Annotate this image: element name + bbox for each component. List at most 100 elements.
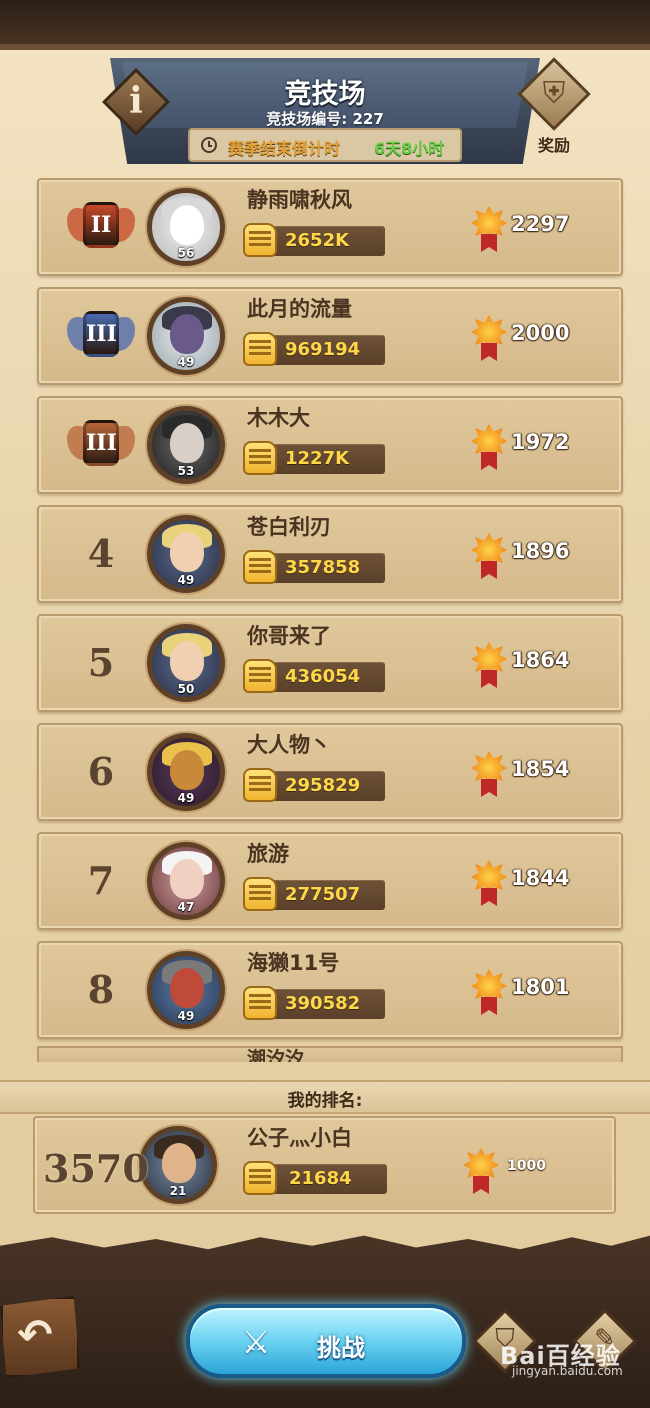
back-arrow-icon: ↶ bbox=[17, 1310, 53, 1359]
avatar-face bbox=[162, 1143, 196, 1183]
power-value: 969194 bbox=[285, 339, 361, 360]
power-value: 436054 bbox=[285, 666, 361, 687]
medal-numeral: II bbox=[83, 202, 119, 248]
power-bar: 969194 bbox=[243, 332, 385, 366]
trophy-ribbon bbox=[481, 670, 497, 688]
ranking-row[interactable]: 8 49 海獭11号 390582 1801 bbox=[37, 941, 623, 1039]
ranking-row[interactable]: III 53 木木大 1227K 1972 bbox=[37, 396, 623, 494]
ranking-row[interactable]: III 49 此月的流量 969194 2000 bbox=[37, 287, 623, 385]
power-value: 2652K bbox=[285, 230, 350, 251]
challenge-label: 挑战 bbox=[317, 1334, 365, 1362]
power-bar: 390582 bbox=[243, 986, 385, 1020]
player-name: 海獭11号 bbox=[247, 951, 340, 975]
rank-number: 6 bbox=[87, 749, 115, 794]
reward-label: 奖励 bbox=[537, 136, 570, 155]
power-value: 357858 bbox=[285, 557, 361, 578]
player-name: 潮汐汐 bbox=[247, 1048, 305, 1062]
ranking-row[interactable]: 7 47 旅游 277507 1844 bbox=[37, 832, 623, 930]
season-countdown-label: 赛季结束倒计时 bbox=[228, 139, 341, 158]
trophy-icon bbox=[471, 533, 507, 581]
trophy-icon bbox=[471, 969, 507, 1017]
power-bar: 277507 bbox=[243, 877, 385, 911]
power-bar: 2652K bbox=[243, 223, 385, 257]
avatar-face bbox=[170, 423, 204, 463]
trophy-ribbon bbox=[481, 343, 497, 361]
my-rank-title: 我的排名: bbox=[287, 1091, 363, 1111]
challenge-button[interactable]: ⚔ 挑战 bbox=[186, 1304, 466, 1378]
fist-icon bbox=[243, 877, 277, 911]
rank-medal-icon: III bbox=[67, 416, 135, 476]
player-name: 木木大 bbox=[247, 406, 310, 430]
trophy-icon bbox=[463, 1148, 499, 1196]
avatar-level: 21 bbox=[169, 1184, 187, 1198]
score-value: 1972 bbox=[511, 430, 570, 454]
trophy-icon bbox=[471, 751, 507, 799]
avatar-face bbox=[170, 968, 204, 1008]
rank-medal-icon: II bbox=[67, 198, 135, 258]
score-value: 1854 bbox=[511, 757, 570, 781]
power-bar: 21684 bbox=[243, 1161, 387, 1195]
score-value: 1844 bbox=[511, 866, 570, 890]
trophy-icon bbox=[471, 642, 507, 690]
trophy-icon bbox=[471, 206, 507, 254]
avatar-face bbox=[170, 205, 204, 245]
player-name: 公子灬小白 bbox=[247, 1126, 352, 1150]
avatar-face bbox=[170, 532, 204, 572]
fist-icon bbox=[243, 986, 277, 1020]
avatar-face bbox=[170, 750, 204, 790]
trophy-ribbon bbox=[481, 779, 497, 797]
trophy-ribbon bbox=[481, 888, 497, 906]
my-rank-row[interactable]: 3570 21 公子灬小白 21684 1000 bbox=[33, 1116, 616, 1214]
player-name: 大人物丶 bbox=[247, 733, 331, 757]
power-value: 277507 bbox=[285, 884, 361, 905]
watermark-url: jingyan.baidu.com bbox=[512, 1364, 623, 1378]
player-name: 你哥来了 bbox=[247, 624, 331, 648]
avatar-face bbox=[170, 641, 204, 681]
power-bar: 1227K bbox=[243, 441, 385, 475]
trophy-icon bbox=[471, 424, 507, 472]
power-value: 1227K bbox=[285, 448, 350, 469]
medal-numeral: III bbox=[83, 420, 119, 466]
my-rank-number: 3570 bbox=[43, 1146, 149, 1191]
avatar-level: 53 bbox=[177, 464, 195, 478]
ranking-row[interactable]: 4 49 苍白利刃 357858 1896 bbox=[37, 505, 623, 603]
avatar-level: 49 bbox=[177, 355, 195, 369]
trophy-icon bbox=[471, 860, 507, 908]
ranking-row[interactable]: 5 50 你哥来了 436054 1864 bbox=[37, 614, 623, 712]
power-bar: 357858 bbox=[243, 550, 385, 584]
score-value: 1000 bbox=[507, 1158, 546, 1174]
score-value: 2000 bbox=[511, 321, 570, 345]
ranking-row-partial[interactable]: 潮汐汐 bbox=[37, 1046, 623, 1062]
avatar-level: 50 bbox=[177, 682, 195, 696]
avatar-face bbox=[170, 859, 204, 899]
score-value: 1801 bbox=[511, 975, 570, 999]
fist-icon bbox=[243, 550, 277, 584]
avatar-level: 56 bbox=[177, 246, 195, 260]
ranking-row[interactable]: 6 49 大人物丶 295829 1854 bbox=[37, 723, 623, 821]
trophy-ribbon bbox=[473, 1176, 489, 1194]
avatar-face bbox=[170, 314, 204, 354]
fist-icon bbox=[243, 332, 277, 366]
info-label: i bbox=[129, 80, 143, 122]
clock-icon bbox=[201, 137, 217, 153]
rank-number: 8 bbox=[87, 967, 115, 1012]
power-value: 390582 bbox=[285, 993, 361, 1014]
avatar-level: 47 bbox=[177, 900, 195, 914]
info-button[interactable]: i bbox=[100, 66, 172, 138]
power-bar: 436054 bbox=[243, 659, 385, 693]
medal-numeral: III bbox=[83, 311, 119, 357]
player-name: 旅游 bbox=[247, 842, 289, 866]
trophy-icon bbox=[471, 315, 507, 363]
avatar-level: 49 bbox=[177, 1009, 195, 1023]
fist-icon bbox=[243, 659, 277, 693]
score-value: 1864 bbox=[511, 648, 570, 672]
top-frame bbox=[0, 0, 650, 48]
fist-icon bbox=[243, 441, 277, 475]
player-name: 静雨啸秋风 bbox=[247, 188, 352, 212]
score-value: 2297 bbox=[511, 212, 570, 236]
rank-number: 4 bbox=[87, 531, 115, 576]
reward-button[interactable]: ⛨ 奖励 bbox=[508, 57, 600, 162]
rank-medal-icon: III bbox=[67, 307, 135, 367]
ranking-row[interactable]: II 56 静雨啸秋风 2652K 2297 bbox=[37, 178, 623, 276]
score-value: 1896 bbox=[511, 539, 570, 563]
